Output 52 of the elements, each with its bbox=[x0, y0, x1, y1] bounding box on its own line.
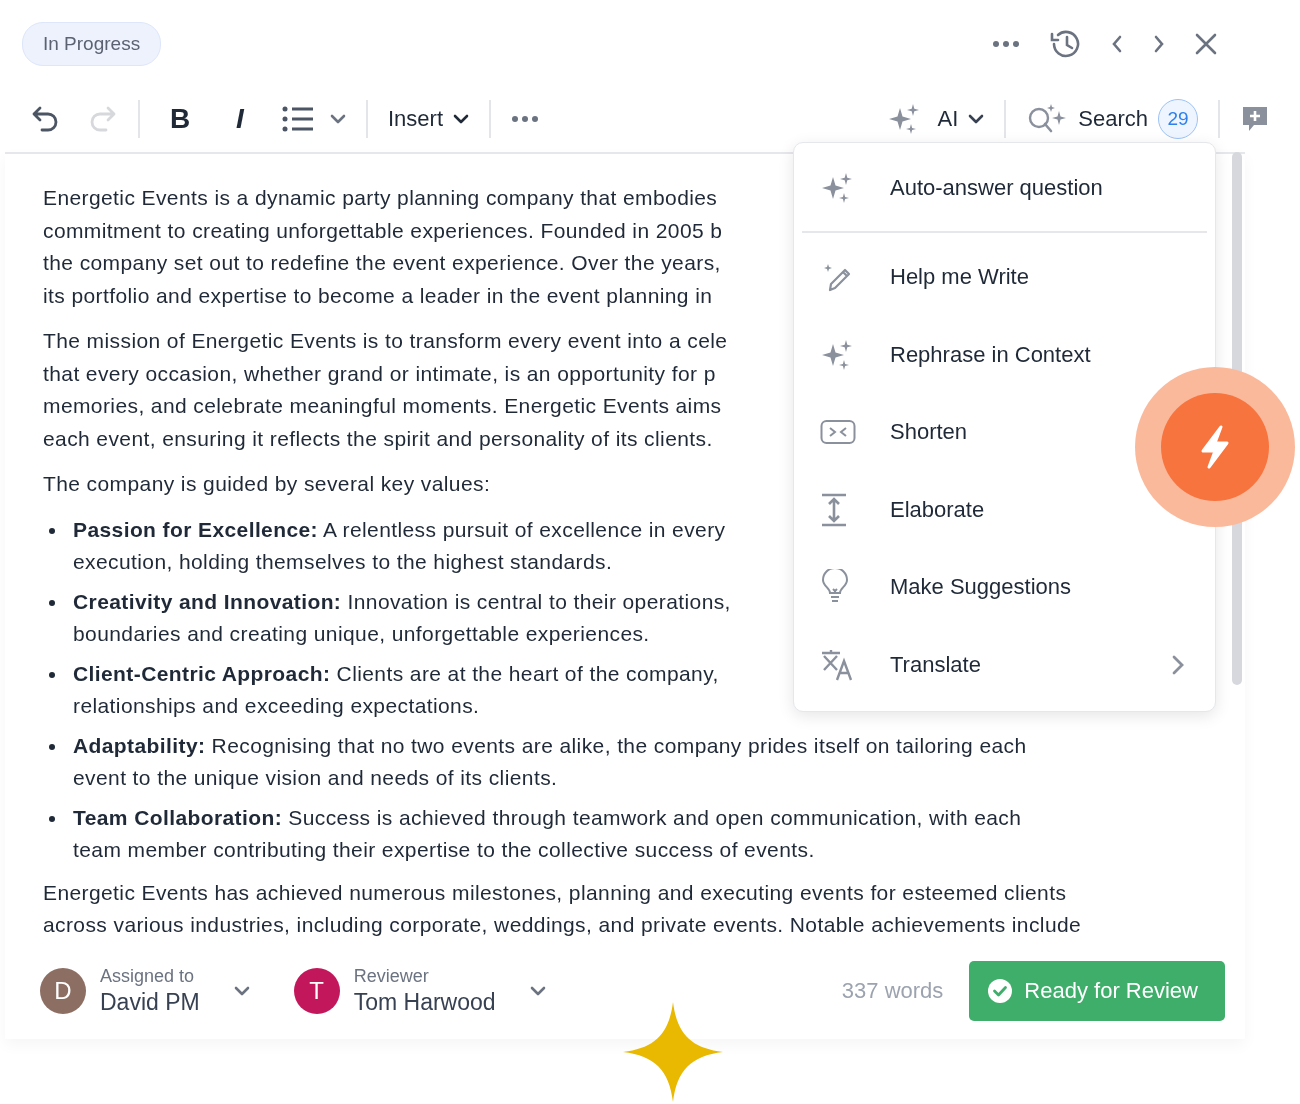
list-item-text: Creativity and Innovation: Innovation is central to their operations, boundaries and creating unique, unforgettable experiences. bbox=[73, 588, 731, 647]
shorten-icon bbox=[820, 419, 856, 446]
paragraph: The mission of Energetic Events is to transform every event into a cele that every occasion, whether grand or intimate, is an opportunity for p memories, and celebrate meaningful moments. Energetic Events aims each event, ensuring it reflects the spirit and personality of its clients. bbox=[43, 328, 728, 452]
lightning-button[interactable] bbox=[1135, 367, 1295, 527]
search-button[interactable]: Search 29 bbox=[1026, 99, 1198, 139]
menu-item[interactable]: Auto-answer question bbox=[802, 149, 1122, 227]
paragraph: Energetic Events has achieved numerous milestones, planning and executing events for esteemed clients across various industries, including corporate, weddings, and private events. Notable achievements include bbox=[43, 879, 1082, 938]
close-icon[interactable] bbox=[1194, 32, 1218, 56]
menu-item[interactable]: Make Suggestions bbox=[802, 548, 1122, 626]
chevron-left-icon[interactable] bbox=[1110, 34, 1124, 54]
bold-button[interactable]: B bbox=[160, 103, 200, 135]
bullet-icon bbox=[49, 671, 55, 678]
list-item-text: Team Collaboration: Success is achieved through teamwork and open communication, with each team member contributing their expertise to the collective success of events. bbox=[73, 804, 1022, 863]
bullet-icon bbox=[49, 599, 55, 606]
check-circle-icon bbox=[987, 977, 1014, 1004]
bullet-icon bbox=[49, 527, 55, 534]
caret-icon bbox=[529, 985, 546, 996]
expand-vertical-icon bbox=[820, 492, 848, 527]
history-icon[interactable] bbox=[1048, 28, 1082, 60]
menu-item[interactable]: Shorten bbox=[802, 393, 1122, 471]
chevron-right-icon[interactable] bbox=[1152, 34, 1166, 54]
list-item-text: Adaptability: Recognising that no two events are alike, the company prides itself on tailoring each event to the unique vision and needs of its clients. bbox=[73, 732, 1027, 791]
person-name[interactable]: Tom Harwood bbox=[353, 988, 496, 1016]
paragraph: Energetic Events is a dynamic party planning company that embodies commitment to creating unforgettable experiences. Founded in 2005 b the company set out to redefine the event experience. Over the years, its portfolio and expertise to become a leader in the event planning in bbox=[43, 185, 723, 309]
list-item-text: Client-Centric Approach: Clients are at the heart of the company, relationships and exceeding expectations. bbox=[73, 660, 719, 719]
menu-item[interactable]: Help me Write bbox=[802, 238, 1122, 316]
word-count: 337 words bbox=[841, 977, 944, 1004]
italic-button[interactable]: I bbox=[220, 103, 260, 135]
menu-item[interactable]: Rephrase in Context bbox=[802, 316, 1122, 394]
caret-icon bbox=[968, 114, 985, 124]
bullet-icon bbox=[49, 815, 55, 822]
undo-icon[interactable] bbox=[30, 104, 60, 134]
menu-item[interactable]: Elaborate bbox=[802, 471, 1122, 549]
avatar[interactable]: T bbox=[293, 967, 340, 1014]
status-badge[interactable]: In Progress bbox=[22, 22, 162, 66]
bullet-icon bbox=[49, 743, 55, 750]
list-item-text: Passion for Excellence: A relentless pursuit of excellence in every execution, holding themselves to the highest standards. bbox=[73, 516, 726, 575]
more-icon[interactable] bbox=[992, 40, 1020, 48]
ai-button[interactable]: AI bbox=[887, 102, 985, 136]
caret-icon bbox=[453, 114, 470, 124]
caret-icon bbox=[233, 985, 250, 996]
bullet-list-icon[interactable] bbox=[282, 106, 314, 132]
role-label: Reviewer bbox=[353, 965, 430, 987]
count-badge: 29 bbox=[1158, 99, 1198, 139]
caret-icon bbox=[330, 114, 346, 124]
role-label: Assigned to bbox=[100, 965, 196, 987]
more-icon[interactable] bbox=[511, 115, 540, 123]
avatar[interactable]: D bbox=[40, 967, 86, 1014]
insert-button[interactable]: Insert bbox=[388, 106, 470, 132]
menu-item[interactable]: Translate bbox=[802, 626, 1207, 704]
person-name[interactable]: David PM bbox=[100, 988, 200, 1016]
paragraph: The company is guided by several key values: bbox=[43, 471, 491, 497]
